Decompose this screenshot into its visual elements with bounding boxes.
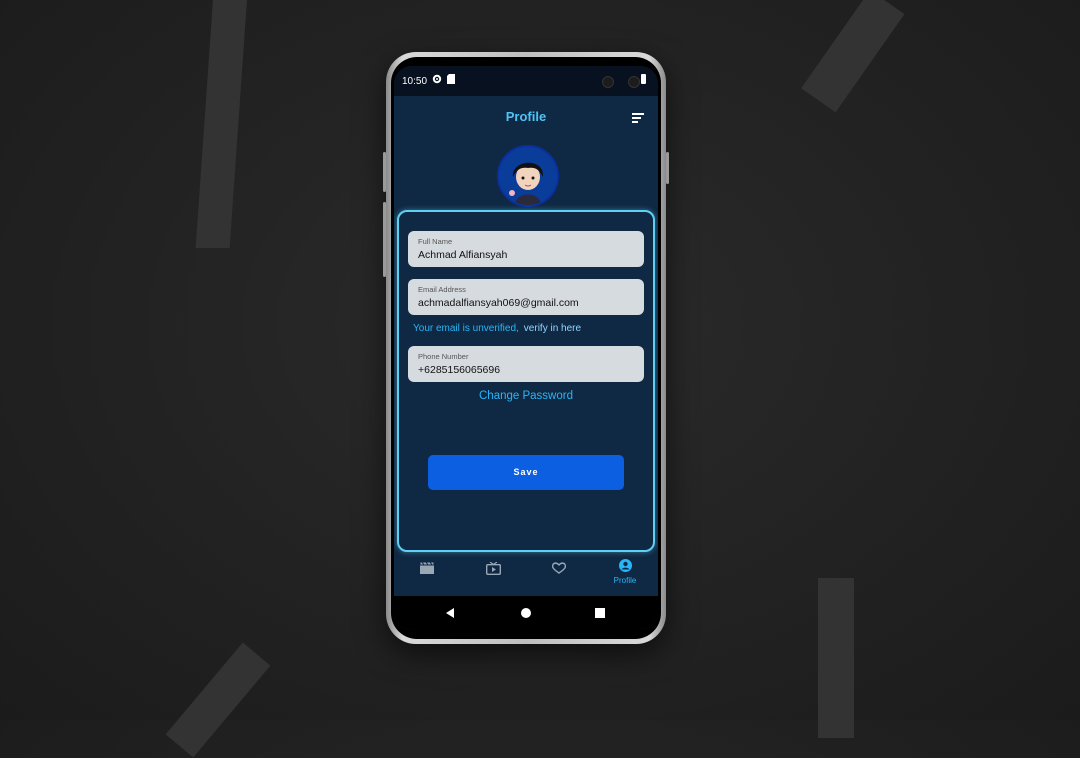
- email-field[interactable]: Email Address achmadalfiansyah069@gmail.…: [408, 279, 644, 315]
- nav-item-movies[interactable]: [394, 554, 460, 594]
- page-title: Profile: [505, 109, 547, 124]
- full-name-field[interactable]: Full Name Achmad Alfiansyah: [408, 231, 644, 267]
- background-stripe: [818, 578, 854, 738]
- sort-icon[interactable]: [632, 113, 644, 123]
- status-time: 10:50: [402, 76, 428, 87]
- email-verification-notice: Your email is unverified, verify in here: [413, 323, 581, 334]
- battery-icon: [641, 74, 646, 84]
- phone-number: 85156065696: [435, 364, 501, 376]
- sd-card-icon: [447, 74, 457, 84]
- clapperboard-icon: [419, 561, 435, 574]
- phone-value: +6285156065696: [418, 364, 500, 376]
- account-circle-icon: [618, 559, 632, 572]
- app-screen: 10:50 Profile Full Name Achmad Alfiansya…: [394, 66, 658, 630]
- unverified-text: Your email is unverified,: [413, 323, 519, 334]
- phone-label: Phone Number: [418, 352, 469, 361]
- camera-icon: [628, 76, 640, 88]
- tv-play-icon: [485, 561, 501, 576]
- back-icon[interactable]: [446, 608, 454, 618]
- system-navigation-bar: [394, 596, 658, 630]
- full-name-value: Achmad Alfiansyah: [418, 249, 508, 261]
- side-button: [383, 152, 386, 192]
- verify-link[interactable]: verify in here: [524, 323, 581, 334]
- email-label: Email Address: [418, 285, 466, 294]
- bottom-navigation: Profile: [394, 554, 658, 594]
- background-stripe: [801, 0, 905, 113]
- app-bar: Profile: [394, 96, 658, 136]
- phone-prefix[interactable]: +62: [418, 364, 436, 376]
- background-stripe: [195, 0, 249, 248]
- change-password-link[interactable]: Change Password: [399, 390, 653, 402]
- full-name-label: Full Name: [418, 237, 453, 246]
- heart-icon: [551, 562, 567, 574]
- avatar[interactable]: [497, 145, 559, 207]
- side-button: [383, 202, 386, 277]
- profile-form-card: Full Name Achmad Alfiansyah Email Addres…: [397, 210, 655, 552]
- phone-field[interactable]: Phone Number +6285156065696: [408, 346, 644, 382]
- phone-frame: 10:50 Profile Full Name Achmad Alfiansya…: [383, 52, 669, 644]
- save-button[interactable]: Save: [428, 455, 624, 490]
- side-button: [666, 152, 669, 184]
- home-icon[interactable]: [521, 608, 531, 618]
- background-stripe: [165, 642, 271, 758]
- nav-item-favorites[interactable]: [526, 554, 592, 594]
- recent-apps-icon[interactable]: [595, 608, 605, 618]
- nav-item-profile[interactable]: Profile: [592, 554, 658, 594]
- status-bar: 10:50: [394, 66, 658, 96]
- nav-item-tv[interactable]: [460, 554, 526, 594]
- gear-icon: [432, 74, 442, 84]
- email-value: achmadalfiansyah069@gmail.com: [418, 297, 579, 309]
- camera-icon: [602, 76, 614, 88]
- nav-label-profile: Profile: [613, 576, 637, 585]
